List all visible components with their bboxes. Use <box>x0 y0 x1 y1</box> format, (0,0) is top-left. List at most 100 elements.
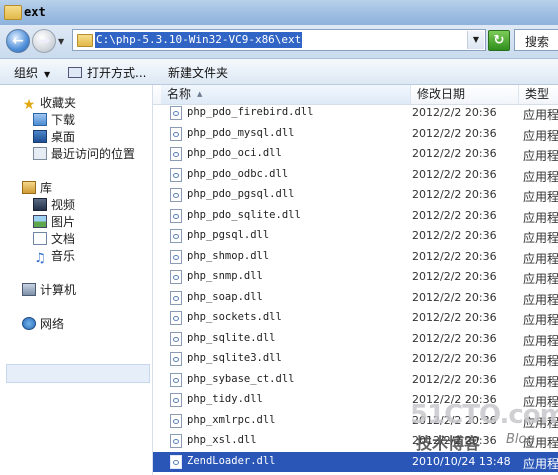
file-row[interactable]: php_sqlite.dll 2012/2/2 20:36 应用程 <box>153 329 558 349</box>
file-name: php_sqlite.dll <box>187 331 276 344</box>
nav-item-videos[interactable]: 视频 <box>33 196 75 213</box>
file-date: 2012/2/2 20:36 <box>412 229 497 242</box>
new-folder-button[interactable]: 新建文件夹 <box>168 64 228 81</box>
dll-file-icon <box>170 352 182 366</box>
nav-item-documents[interactable]: 文档 <box>33 230 75 247</box>
file-type: 应用程 <box>523 436 558 450</box>
file-type: 应用程 <box>523 190 558 204</box>
search-placeholder: 搜索 <box>525 35 550 49</box>
file-type: 应用程 <box>523 272 558 286</box>
file-type: 应用程 <box>523 292 558 307</box>
nav-item-computer-highlight <box>6 364 150 383</box>
file-row[interactable]: php_snmp.dll 2012/2/2 20:36 应用程 <box>153 267 558 287</box>
dll-file-icon <box>170 229 182 243</box>
file-date: 2012/2/2 20:36 <box>412 126 497 140</box>
column-header-type[interactable]: 类型 <box>519 85 558 104</box>
file-row[interactable]: php_sqlite3.dll 2012/2/2 20:36 应用程 <box>153 349 558 369</box>
column-header-row: 名称 ▲ 修改日期 类型 <box>153 85 558 105</box>
music-note-icon: ♫ <box>34 251 46 266</box>
organize-button[interactable]: 组织 ▼ <box>14 64 50 81</box>
address-bar[interactable]: C:\php-5.3.10-Win32-VC9-x86\ext ▼ <box>72 29 486 51</box>
file-name: php_pdo_odbc.dll <box>187 167 289 180</box>
nav-label: 最近访问的位置 <box>51 147 136 161</box>
nav-label: 文档 <box>51 232 76 246</box>
file-type: 应用程 <box>523 395 558 409</box>
dll-file-icon <box>170 270 182 284</box>
file-type: 应用程 <box>523 415 558 430</box>
file-row[interactable]: php_soap.dll 2012/2/2 20:36 应用程 <box>153 288 558 308</box>
file-date: 2012/2/2 20:36 <box>412 147 497 160</box>
file-list: 名称 ▲ 修改日期 类型 php_pdo_firebird.dll 2012/2/2… <box>153 85 558 475</box>
file-type: 应用程 <box>523 169 558 184</box>
nav-item-music[interactable]: ♫ 音乐 <box>33 247 75 265</box>
dll-file-icon <box>170 188 182 202</box>
dll-file-icon <box>170 393 182 407</box>
nav-item-pictures[interactable]: 图片 <box>33 213 75 230</box>
file-row[interactable]: php_tidy.dll 2012/2/2 20:36 应用程 <box>153 390 558 410</box>
address-path[interactable]: C:\php-5.3.10-Win32-VC9-x86\ext <box>95 32 303 48</box>
refresh-button[interactable]: ↻ <box>488 30 510 51</box>
nav-label: 收藏夹 <box>40 96 77 110</box>
file-date: 2012/2/2 20:36 <box>412 249 497 263</box>
nav-label: 视频 <box>51 198 76 212</box>
sort-ascending-icon: ▲ <box>197 90 203 98</box>
back-button[interactable]: ← <box>6 29 30 53</box>
nav-item-desktop[interactable]: 桌面 <box>33 128 75 145</box>
file-name: php_shmop.dll <box>187 249 270 262</box>
file-type: 应用程 <box>523 128 558 143</box>
nav-item-recent[interactable]: 最近访问的位置 <box>33 145 135 162</box>
file-name: php_sqlite3.dll <box>187 352 282 364</box>
forward-arrow-icon: → <box>38 33 50 49</box>
nav-label: 网络 <box>40 317 65 331</box>
file-date: 2012/2/2 20:36 <box>412 290 497 304</box>
file-row[interactable]: php_pgsql.dll 2012/2/2 20:36 应用程 <box>153 226 558 246</box>
file-type: 应用程 <box>523 108 558 122</box>
file-type: 应用程 <box>523 333 558 348</box>
file-row[interactable]: php_pdo_mysql.dll 2012/2/2 20:36 应用程 <box>153 124 558 144</box>
column-header-name[interactable]: 名称 ▲ <box>161 85 411 104</box>
dll-file-icon <box>170 208 182 223</box>
open-with-button[interactable]: 打开方式... <box>68 64 146 81</box>
file-type: 应用程 <box>523 354 558 368</box>
file-name: php_pdo_pgsql.dll <box>187 188 295 200</box>
nav-label: 库 <box>40 181 53 195</box>
file-row[interactable]: ZendLoader.dll 2010/10/24 13:48 应用程 <box>153 451 558 472</box>
file-date: 2012/2/2 20:36 <box>412 270 497 283</box>
search-input[interactable]: 搜索 <box>514 29 558 51</box>
file-date: 2012/2/2 20:36 <box>412 188 497 201</box>
chevron-down-icon: ▼ <box>44 70 51 79</box>
refresh-icon: ↻ <box>493 33 505 48</box>
nav-item-libraries[interactable]: 库 <box>22 179 52 196</box>
nav-item-downloads[interactable]: 下载 <box>33 111 75 128</box>
file-type: 应用程 <box>523 313 558 327</box>
address-dropdown-icon[interactable]: ▼ <box>467 31 484 49</box>
nav-item-network[interactable]: 网络 <box>22 315 64 332</box>
file-type: 应用程 <box>523 210 558 225</box>
column-label: 类型 <box>525 87 550 101</box>
file-name: php_pdo_oci.dll <box>187 147 282 159</box>
column-header-date[interactable]: 修改日期 <box>411 85 519 104</box>
dll-file-icon <box>170 106 182 120</box>
file-date: 2012/2/2 20:36 <box>412 352 497 365</box>
file-row[interactable]: php_pdo_oci.dll 2012/2/2 20:36 应用程 <box>153 144 558 164</box>
file-row[interactable]: php_xsl.dll 2012/2/2 20:36 应用程 <box>153 431 558 451</box>
file-row[interactable]: php_pdo_pgsql.dll 2012/2/2 20:36 应用程 <box>153 185 558 205</box>
dll-file-icon <box>170 249 182 264</box>
file-row[interactable]: php_sybase_ct.dll 2012/2/2 20:36 应用程 <box>153 370 558 390</box>
forward-button[interactable]: → <box>32 29 56 53</box>
dll-file-icon <box>170 372 182 387</box>
dll-file-icon <box>170 147 182 161</box>
nav-item-favorites[interactable]: ★ 收藏夹 <box>22 94 76 112</box>
history-dropdown-icon[interactable]: ▼ <box>58 37 64 46</box>
file-row[interactable]: php_sockets.dll 2012/2/2 20:36 应用程 <box>153 308 558 328</box>
file-row[interactable]: php_pdo_firebird.dll 2012/2/2 20:36 应用程 <box>153 103 558 123</box>
file-row[interactable]: php_xmlrpc.dll 2012/2/2 20:36 应用程 <box>153 411 558 431</box>
file-row[interactable]: php_shmop.dll 2012/2/2 20:36 应用程 <box>153 247 558 267</box>
dll-file-icon <box>170 290 182 305</box>
file-row[interactable]: php_pdo_odbc.dll 2012/2/2 20:36 应用程 <box>153 165 558 185</box>
pictures-icon <box>33 215 47 228</box>
file-type: 应用程 <box>523 231 558 245</box>
file-row[interactable]: php_pdo_sqlite.dll 2012/2/2 20:36 应用程 <box>153 206 558 226</box>
file-name: php_xsl.dll <box>187 434 257 446</box>
nav-item-computer[interactable]: 计算机 <box>22 281 76 298</box>
